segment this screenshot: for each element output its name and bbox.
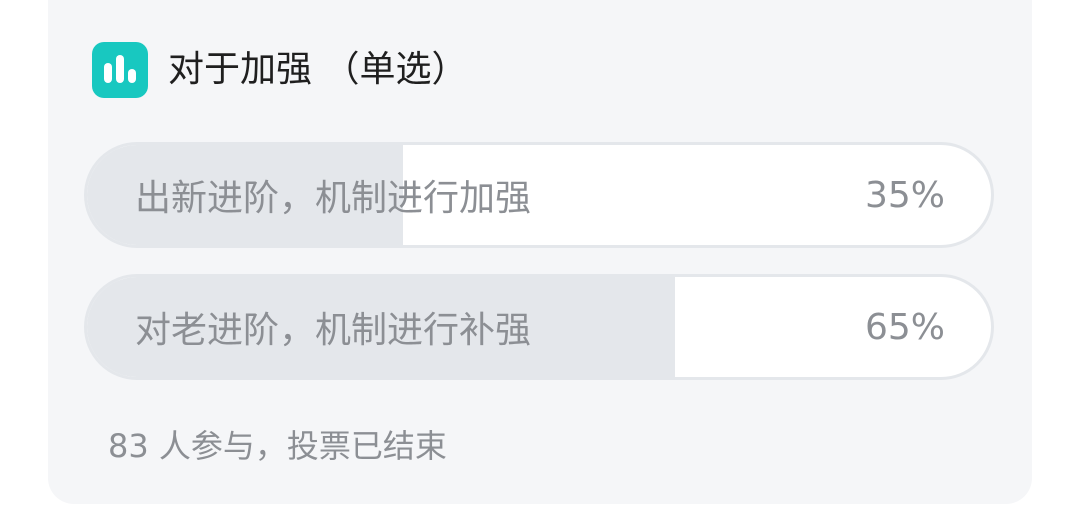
poll-footer-status: 83 人参与，投票已结束 [108, 427, 447, 465]
poll-chart-icon [92, 42, 148, 98]
poll-option-percent: 65% [864, 306, 945, 348]
poll-option-2[interactable]: 对老进阶，机制进行补强 65% [84, 274, 994, 380]
poll-title: 对于加强 （单选） [168, 49, 468, 90]
poll-option-1[interactable]: 出新进阶，机制进行加强 35% [84, 142, 994, 248]
poll-option-label: 出新进阶，机制进行加强 [135, 178, 532, 219]
poll-header: 对于加强 （单选） [92, 42, 467, 98]
poll-option-label: 对老进阶，机制进行补强 [135, 310, 532, 351]
poll-option-percent: 35% [864, 174, 945, 216]
